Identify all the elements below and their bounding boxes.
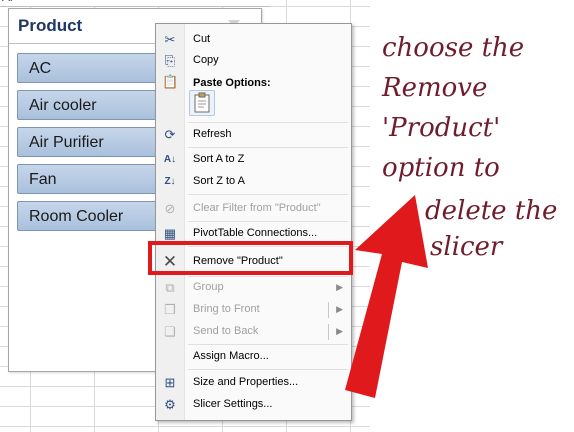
paste-button[interactable] (189, 90, 215, 116)
slicer-item-air-cooler[interactable]: Air cooler (17, 90, 163, 120)
menu-separator (188, 194, 348, 195)
paste-icon: 📋 (162, 74, 179, 89)
sheet-top-text: Al (2, 0, 13, 4)
menu-item-refresh[interactable]: ⟳ Refresh (156, 125, 351, 145)
slicer-item-fan[interactable]: Fan (17, 164, 163, 194)
menu-separator (188, 221, 348, 222)
annotation-line: slicer (430, 232, 503, 262)
menu-separator (188, 147, 348, 148)
remove-option-highlight (148, 241, 353, 275)
clipboard-icon (194, 92, 210, 113)
menu-item-label: Group (193, 281, 224, 293)
menu-item-label: PivotTable Connections... (193, 227, 318, 239)
menu-separator (188, 276, 348, 277)
slicer-item-room-cooler[interactable]: Room Cooler (17, 201, 163, 231)
annotation-line: Remove (382, 73, 488, 103)
size-properties-icon: ⊞ (164, 375, 176, 390)
menu-item-send-to-back: ❏ Send to Back ▶ (156, 322, 351, 342)
annotation-line: delete the (425, 196, 558, 226)
menu-item-label: Bring to Front (193, 303, 260, 315)
sort-ascending-icon: A↓ (163, 154, 177, 165)
menu-item-cut[interactable]: ✂ Cut (156, 30, 351, 50)
menu-item-sort-a-z[interactable]: A↓ Sort A to Z (156, 150, 351, 170)
menu-separator (188, 344, 348, 345)
menu-separator (188, 122, 348, 123)
menu-item-assign-macro[interactable]: Assign Macro... (156, 347, 351, 367)
context-menu: ✂ Cut ⎘ Copy 📋 Paste Options: ⟳ Refresh … (155, 23, 352, 421)
split-divider (328, 302, 329, 318)
menu-item-label: Send to Back (193, 325, 259, 337)
annotation-line: 'Product' (382, 113, 501, 143)
menu-item-label: Sort Z to A (193, 175, 245, 187)
group-icon: ⧉ (165, 280, 175, 295)
annotation-text: choose the Remove 'Product' option to (382, 28, 524, 188)
sheet-top-row: Al (0, 0, 270, 7)
paste-options-header: Paste Options: (193, 77, 271, 89)
send-to-back-icon: ❏ (164, 324, 176, 339)
slicer-item-ac[interactable]: AC (17, 53, 163, 83)
bring-to-front-icon: ❐ (164, 302, 176, 317)
menu-item-label: Refresh (193, 128, 232, 140)
menu-item-label: Slicer Settings... (193, 398, 273, 410)
menu-item-bring-to-front: ❐ Bring to Front ▶ (156, 300, 351, 320)
copy-icon: ⎘ (164, 53, 176, 68)
menu-separator (188, 369, 348, 370)
menu-item-group: ⧉ Group ▶ (156, 278, 351, 298)
annotation-text-2: delete the slicer (425, 193, 557, 265)
menu-item-size-properties[interactable]: ⊞ Size and Properties... (156, 373, 351, 393)
split-divider (328, 324, 329, 340)
red-arrow-icon (345, 195, 428, 398)
slicer-item-air-purifier[interactable]: Air Purifier (17, 127, 163, 157)
menu-item-clear-filter: ⊘ Clear Filter from "Product" (156, 199, 351, 219)
slicer-settings-icon: ⚙ (164, 397, 176, 412)
menu-item-slicer-settings[interactable]: ⚙ Slicer Settings... (156, 395, 351, 415)
annotation-line: choose the (382, 33, 525, 63)
annotation-line: option to (382, 153, 500, 183)
sort-descending-icon: Z↓ (164, 176, 176, 187)
menu-item-sort-z-a[interactable]: Z↓ Sort Z to A (156, 172, 351, 192)
menu-item-label: Copy (193, 54, 219, 66)
menu-item-label: Assign Macro... (193, 350, 269, 362)
menu-item-label: Sort A to Z (193, 153, 245, 165)
scissors-icon: ✂ (164, 32, 176, 47)
clear-filter-icon: ⊘ (164, 201, 176, 216)
menu-item-copy[interactable]: ⎘ Copy (156, 51, 351, 71)
connections-icon: ▦ (163, 226, 177, 241)
slicer-title: Product (18, 16, 83, 35)
menu-item-label: Size and Properties... (193, 376, 299, 388)
menu-item-label: Clear Filter from "Product" (193, 202, 321, 214)
menu-item-label: Cut (193, 33, 211, 45)
refresh-icon: ⟳ (164, 127, 176, 142)
